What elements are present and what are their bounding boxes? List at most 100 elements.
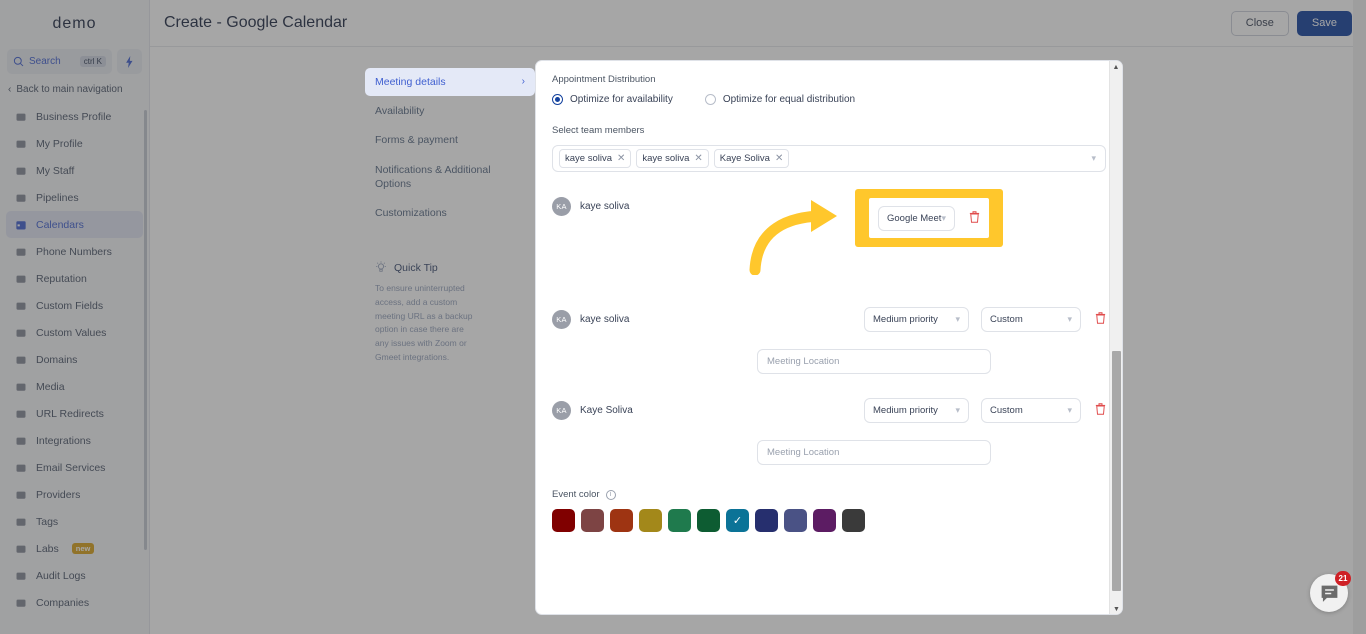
priority-select[interactable]: Medium priority ▾ [864, 398, 969, 423]
radio-label: Optimize for availability [570, 94, 673, 105]
sidebar-item-integrations[interactable]: Integrations [6, 427, 143, 454]
meeting-type-value: Custom [990, 314, 1023, 325]
quick-tip: Quick Tip To ensure uninterrupted access… [365, 261, 535, 365]
modal-nav-item-forms-payment[interactable]: Forms & payment [365, 126, 535, 154]
sidebar-item-my-staff[interactable]: My Staff [6, 157, 143, 184]
sidebar-item-media[interactable]: Media [6, 373, 143, 400]
color-swatch[interactable] [697, 509, 720, 532]
color-swatch[interactable] [784, 509, 807, 532]
sidebar-item-custom-values[interactable]: Custom Values [6, 319, 143, 346]
meeting-type-select-highlighted[interactable]: Google Meet ▾ [878, 205, 955, 231]
modal-nav-item-label: Meeting details [375, 76, 446, 88]
meeting-type-select[interactable]: Custom ▾ [981, 398, 1081, 423]
sidebar-item-custom-fields[interactable]: Custom Fields [6, 292, 143, 319]
color-swatch[interactable] [842, 509, 865, 532]
sidebar-item-label: Media [36, 380, 65, 393]
modal-nav-item-customizations[interactable]: Customizations [365, 199, 535, 227]
building-icon [14, 596, 27, 609]
close-button[interactable]: Close [1230, 10, 1289, 36]
brand-logo[interactable]: demo [0, 0, 149, 47]
trash-icon[interactable] [969, 210, 980, 226]
color-swatch[interactable] [639, 509, 662, 532]
sidebar-item-url-redirects[interactable]: URL Redirects [6, 400, 143, 427]
sidebar-item-calendars[interactable]: Calendars [6, 211, 143, 238]
funnel-icon [14, 191, 27, 204]
chevron-down-icon: ▾ [941, 212, 946, 223]
scroll-down-arrow-icon[interactable]: ▼ [1110, 603, 1122, 614]
card-scrollbar[interactable]: ▲ ▼ [1109, 61, 1122, 614]
team-member-chip[interactable]: kaye soliva ✕ [559, 149, 632, 168]
sidebar-item-pipelines[interactable]: Pipelines [6, 184, 143, 211]
sidebar-item-email-services[interactable]: Email Services [6, 454, 143, 481]
radio-option-optimize-for-availability[interactable]: Optimize for availability [552, 94, 673, 105]
lightning-bolt-icon[interactable] [117, 49, 142, 74]
bars-icon [14, 569, 27, 582]
save-button[interactable]: Save [1296, 10, 1352, 36]
page-title: Create - Google Calendar [164, 14, 348, 31]
back-to-main-navigation[interactable]: ‹ Back to main navigation [0, 74, 149, 103]
sidebar-item-audit-logs[interactable]: Audit Logs [6, 562, 143, 589]
color-swatch[interactable] [610, 509, 633, 532]
radio-label: Optimize for equal distribution [722, 94, 856, 105]
chevron-right-icon: › [521, 76, 525, 88]
sidebar-item-label: Pipelines [36, 191, 79, 204]
sidebar-item-reputation[interactable]: Reputation [6, 265, 143, 292]
color-swatch[interactable] [813, 509, 836, 532]
sidebar-item-providers[interactable]: Providers [6, 481, 143, 508]
radio-option-optimize-for-equal-distribution[interactable]: Optimize for equal distribution [704, 94, 856, 105]
select-team-members-label: Select team members [552, 125, 645, 136]
close-icon[interactable]: ✕ [694, 153, 702, 164]
color-swatch[interactable] [581, 509, 604, 532]
sidebar-scrollbar[interactable] [144, 110, 147, 550]
modal-nav-item-notifications-additional-options[interactable]: Notifications & Additional Options [365, 156, 535, 198]
sidebar-item-tags[interactable]: Tags [6, 508, 143, 535]
radio-button[interactable] [552, 94, 563, 105]
avatar: KA [552, 197, 571, 216]
close-icon[interactable]: ✕ [775, 153, 783, 164]
chevron-down-icon: ▾ [1067, 314, 1072, 324]
sidebar-item-companies[interactable]: Companies [6, 589, 143, 616]
priority-value: Medium priority [873, 405, 938, 416]
color-swatch[interactable] [552, 509, 575, 532]
member-name: Kaye Soliva [580, 405, 633, 416]
sidebar-item-domains[interactable]: Domains [6, 346, 143, 373]
trash-icon[interactable] [1094, 312, 1106, 327]
curved-arrow-icon [749, 200, 837, 275]
team-member-chip[interactable]: Kaye Soliva ✕ [713, 149, 790, 168]
sidebar-item-phone-numbers[interactable]: Phone Numbers [6, 238, 143, 265]
meeting-location-input[interactable]: Meeting Location [757, 440, 991, 465]
event-color-swatches: ✓ [552, 509, 1106, 532]
sidebar-item-labs[interactable]: Labs new [6, 535, 143, 562]
sidebar-item-business-profile[interactable]: Business Profile [6, 103, 143, 130]
info-icon[interactable]: i [605, 489, 616, 500]
trash-icon[interactable] [1094, 403, 1106, 418]
calendar-icon [14, 218, 27, 231]
radio-button[interactable] [704, 94, 716, 105]
chat-widget[interactable]: 21 [1310, 571, 1351, 612]
card-scrollbar-thumb[interactable] [1112, 351, 1121, 591]
chevron-left-icon: ‹ [8, 84, 12, 95]
meeting-details-modal: Meeting details › Availability Forms & paym… [150, 47, 1366, 634]
search-input[interactable]: Search ctrl K [7, 49, 112, 74]
sidebar-item-label: Business Profile [36, 110, 112, 123]
appointment-distribution-label: Appointment Distribution [552, 74, 656, 85]
sidebar-search-row: Search ctrl K [0, 49, 149, 74]
close-icon[interactable]: ✕ [617, 153, 625, 164]
user-icon [14, 164, 27, 177]
highlight-callout: Google Meet ▾ [855, 189, 1003, 247]
back-label: Back to main navigation [16, 84, 123, 95]
chevron-down-icon: ▾ [1067, 405, 1072, 415]
meeting-location-input[interactable]: Meeting Location [757, 349, 991, 374]
color-swatch-selected[interactable]: ✓ [726, 509, 749, 532]
team-members-select[interactable]: kaye soliva ✕ kaye soliva ✕ Kaye Soliva ✕ ▾ [552, 145, 1106, 172]
modal-nav-item-availability[interactable]: Availability [365, 97, 535, 125]
priority-select[interactable]: Medium priority ▾ [864, 307, 969, 332]
color-swatch[interactable] [668, 509, 691, 532]
scroll-up-arrow-icon[interactable]: ▲ [1110, 61, 1122, 74]
color-swatch[interactable] [755, 509, 778, 532]
avatar: KA [552, 401, 571, 420]
meeting-type-select[interactable]: Custom ▾ [981, 307, 1081, 332]
modal-nav-item-meeting-details[interactable]: Meeting details › [365, 68, 535, 97]
sidebar-item-my-profile[interactable]: My Profile [6, 130, 143, 157]
team-member-chip[interactable]: kaye soliva ✕ [636, 149, 709, 168]
